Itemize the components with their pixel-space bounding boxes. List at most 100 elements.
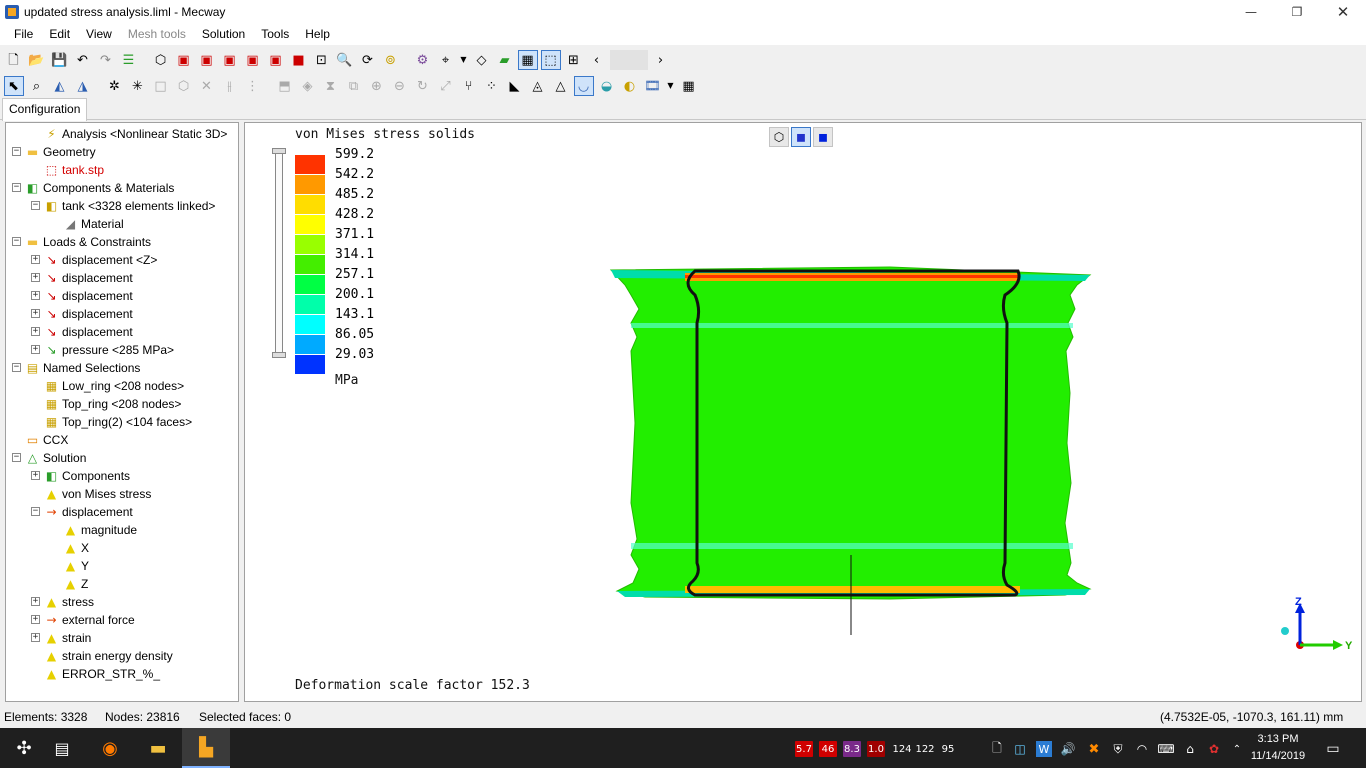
tab-configuration[interactable]: Configuration bbox=[2, 98, 88, 121]
redo-icon[interactable]: ↷ bbox=[96, 50, 116, 70]
tree-expander[interactable]: − bbox=[12, 147, 21, 156]
tray-badge-3[interactable]: 8.3 bbox=[843, 741, 861, 757]
view-bottom-icon[interactable]: ■ bbox=[289, 50, 309, 70]
menu-file[interactable]: File bbox=[6, 23, 41, 45]
wifi-icon[interactable]: ◠ bbox=[1134, 741, 1150, 757]
view-iso-icon[interactable]: ⬡ bbox=[151, 50, 171, 70]
slider-box[interactable] bbox=[609, 50, 648, 70]
explode-icon[interactable]: ✲ bbox=[105, 76, 125, 96]
tree-item[interactable]: ▭ CCX bbox=[24, 431, 69, 449]
revolve-icon[interactable]: ⊕ bbox=[367, 76, 387, 96]
chevron-left-icon[interactable]: ‹ bbox=[587, 50, 607, 70]
wireframe-icon[interactable]: ◇ bbox=[472, 50, 492, 70]
tree-item[interactable]: ▬ Loads & Constraints bbox=[24, 233, 151, 251]
render-settings-icon[interactable]: ⚙ bbox=[413, 50, 433, 70]
keyboard-icon[interactable]: ⌨ bbox=[1157, 741, 1174, 757]
volume-icon[interactable]: 🔊 bbox=[1060, 741, 1076, 757]
contour-icon[interactable]: ◒ bbox=[597, 76, 617, 96]
document-icon[interactable]: 🗋 bbox=[990, 741, 1004, 757]
view-top-icon[interactable]: ▣ bbox=[266, 50, 286, 70]
tree-expander[interactable]: + bbox=[31, 633, 40, 642]
tree-item[interactable]: ◧ Components bbox=[43, 467, 130, 485]
warning-triangle-icon[interactable]: △ bbox=[551, 76, 571, 96]
zoom-icon[interactable]: 🔍 bbox=[335, 50, 355, 70]
deformed-shape-icon[interactable]: ◡ bbox=[573, 76, 594, 96]
chevron-down-icon[interactable]: ▼ bbox=[666, 76, 676, 96]
tree-expander[interactable]: + bbox=[31, 471, 40, 480]
view-front-icon[interactable]: ▣ bbox=[174, 50, 194, 70]
chevron-up-icon[interactable]: ⌃ bbox=[1230, 741, 1244, 757]
tree-expander[interactable]: + bbox=[31, 345, 40, 354]
restore-button[interactable]: ❐ bbox=[1274, 0, 1320, 23]
tree-expander[interactable]: + bbox=[31, 309, 40, 318]
mesh-view-icon[interactable]: ⊞ bbox=[564, 50, 584, 70]
menu-mesh-tools[interactable]: Mesh tools bbox=[120, 23, 194, 45]
tree-item[interactable]: ▲ ERROR_STR_%_ bbox=[43, 665, 160, 683]
antivirus-icon[interactable]: ✿ bbox=[1206, 741, 1222, 757]
tree-item[interactable]: ▬ Geometry bbox=[24, 143, 96, 161]
close-button[interactable]: ✕ bbox=[1320, 0, 1366, 23]
tree-item[interactable]: ↘ displacement <Z> bbox=[43, 251, 157, 269]
chevron-down-icon[interactable]: ▼ bbox=[459, 50, 469, 70]
view-back-icon[interactable]: ▣ bbox=[197, 50, 217, 70]
tree-item[interactable]: ▲ X bbox=[62, 539, 89, 557]
new-file-icon[interactable]: 🗋 bbox=[4, 50, 24, 70]
tree-item[interactable]: ◧ Components & Materials bbox=[24, 179, 175, 197]
extrude-icon[interactable]: ⬒ bbox=[275, 76, 295, 96]
tree-item[interactable]: ↘ pressure <285 MPa> bbox=[43, 341, 174, 359]
notifications-icon[interactable]: ▭ bbox=[1324, 741, 1342, 757]
tray-value-5[interactable]: 124 bbox=[892, 741, 912, 757]
tree-item[interactable]: ▦ Top_ring <208 nodes> bbox=[43, 395, 182, 413]
tree-item[interactable]: ▲ Y bbox=[62, 557, 89, 575]
tree-expander[interactable]: + bbox=[31, 255, 40, 264]
tree-item[interactable]: ↘ displacement bbox=[43, 287, 132, 305]
project-icon[interactable]: ◣ bbox=[505, 76, 525, 96]
tree-item[interactable]: ↘ displacement bbox=[43, 269, 132, 287]
select-face-icon[interactable]: ◭ bbox=[50, 76, 70, 96]
taskbar-file-explorer[interactable]: ▬ bbox=[134, 728, 182, 768]
zoom-box-icon[interactable]: ⊡ bbox=[312, 50, 332, 70]
tree-expander[interactable]: − bbox=[31, 201, 40, 210]
loft-icon[interactable]: ⊖ bbox=[390, 76, 410, 96]
surface-icon[interactable]: ▰ bbox=[495, 50, 515, 70]
shield-icon[interactable]: ⛨ bbox=[1110, 741, 1126, 757]
open-folder-icon[interactable]: 📂 bbox=[27, 50, 47, 70]
animate-icon[interactable]: ◐ bbox=[620, 76, 640, 96]
tree-item[interactable]: ⚡ Analysis <Nonlinear Static 3D> bbox=[43, 125, 227, 143]
tree-item[interactable]: → displacement bbox=[43, 503, 132, 521]
model-viewport[interactable]: von Mises stress solids 599.2 542.2 485.2 4… bbox=[244, 122, 1362, 702]
tray-badge-4[interactable]: 1.0 bbox=[867, 741, 885, 757]
scale-icon[interactable]: ⤢ bbox=[436, 76, 456, 96]
tree-expander[interactable]: − bbox=[12, 363, 21, 372]
taskbar-snipping-tool[interactable]: ▤ bbox=[38, 728, 86, 768]
tree-item[interactable]: ◢ Material bbox=[62, 215, 124, 233]
sweep-icon[interactable]: ◈ bbox=[298, 76, 318, 96]
tree-item[interactable]: ▲ magnitude bbox=[62, 521, 137, 539]
refine-icon[interactable]: ⋮ bbox=[243, 76, 263, 96]
tree-item[interactable]: ▲ strain bbox=[43, 629, 91, 647]
tray-badge-2[interactable]: 46 bbox=[819, 741, 837, 757]
tree-item[interactable]: ▲ strain energy density bbox=[43, 647, 173, 665]
undo-icon[interactable]: ↶ bbox=[73, 50, 93, 70]
tree-item[interactable]: ▦ Low_ring <208 nodes> bbox=[43, 377, 184, 395]
tray-badge-1[interactable]: 5.7 bbox=[795, 741, 813, 757]
copy-icon[interactable]: ⧉ bbox=[344, 76, 364, 96]
menu-edit[interactable]: Edit bbox=[41, 23, 78, 45]
split-icon[interactable]: ⫲ bbox=[220, 76, 240, 96]
tree-expander[interactable]: + bbox=[31, 615, 40, 624]
select-element-icon[interactable]: ◮ bbox=[73, 76, 93, 96]
tree-item[interactable]: ▤ Named Selections bbox=[24, 359, 141, 377]
tree-expander[interactable]: + bbox=[31, 597, 40, 606]
tree-expander[interactable]: − bbox=[12, 453, 21, 462]
edges-view-icon[interactable]: ⬚ bbox=[540, 50, 561, 70]
tree-expander[interactable]: − bbox=[12, 237, 21, 246]
tree-item[interactable]: ↘ displacement bbox=[43, 323, 132, 341]
bend-icon[interactable]: ↻ bbox=[413, 76, 433, 96]
tree-item[interactable]: ▦ Top_ring(2) <104 faces> bbox=[43, 413, 192, 431]
tree-item[interactable]: ↘ displacement bbox=[43, 305, 132, 323]
probe-icon[interactable]: ⌖ bbox=[436, 50, 456, 70]
scatter-icon[interactable]: ⁘ bbox=[482, 76, 502, 96]
solve-icon[interactable]: ☰ bbox=[119, 50, 139, 70]
menu-tools[interactable]: Tools bbox=[253, 23, 297, 45]
table-icon[interactable]: ▦ bbox=[679, 76, 699, 96]
